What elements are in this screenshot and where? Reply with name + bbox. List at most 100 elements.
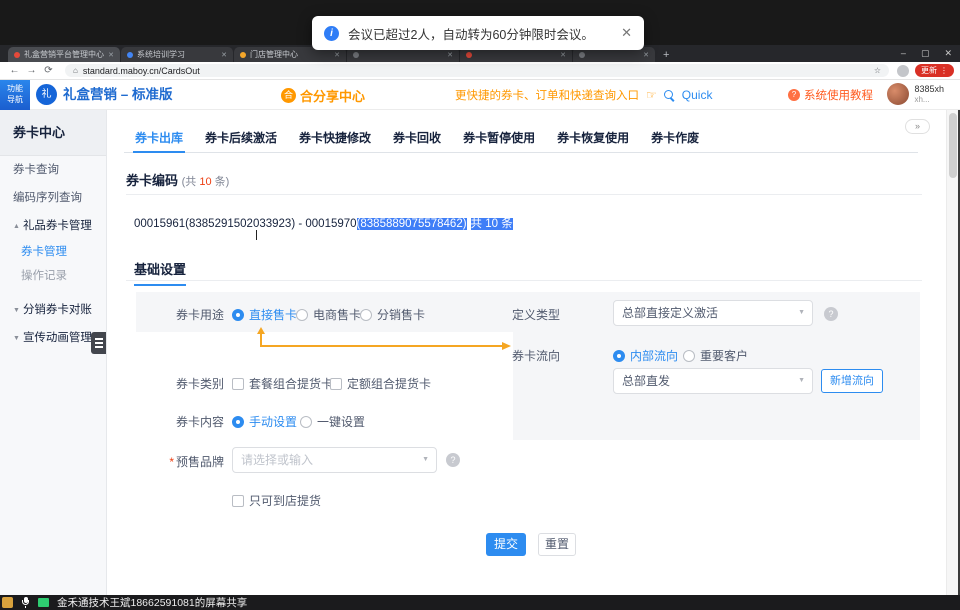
flow-select[interactable]: 总部直发 ▼ xyxy=(613,368,813,394)
tab-card-outbound[interactable]: 券卡出库 xyxy=(124,125,194,152)
add-flow-button[interactable]: 新增流向 xyxy=(821,369,883,393)
forward-icon[interactable]: → xyxy=(23,65,40,76)
radio-important-customer[interactable]: 重要客户 xyxy=(683,347,748,364)
checkbox-icon xyxy=(232,495,244,507)
checkbox-store-pickup-only[interactable]: 只可到店提货 xyxy=(232,492,321,509)
tutorial-icon: ? xyxy=(788,89,800,101)
brand-select[interactable]: 请选择或输入 ▼ xyxy=(232,447,437,473)
sidebar-item-code-sequence-query[interactable]: 编码序列查询 xyxy=(0,184,106,212)
collapse-panel-button[interactable]: » xyxy=(905,119,930,134)
brand-label: *预售品牌 xyxy=(148,453,224,470)
checkbox-fixed-combo-card[interactable]: 定额组合提货卡 xyxy=(330,375,431,392)
share-center-link[interactable]: 合 合分享中心 xyxy=(281,80,365,110)
tab-card-suspend[interactable]: 券卡暂停使用 xyxy=(452,125,546,152)
reset-button[interactable]: 重置 xyxy=(538,533,576,556)
sidebar-item-card-management[interactable]: 券卡管理 xyxy=(0,240,106,264)
radio-icon xyxy=(300,416,312,428)
app-logo: 礼 xyxy=(36,84,57,105)
divider xyxy=(126,280,922,281)
tab-close-icon[interactable]: ✕ xyxy=(447,51,453,59)
site-info-icon[interactable]: ⌂ xyxy=(73,66,78,75)
tab-card-resume[interactable]: 券卡恢复使用 xyxy=(546,125,640,152)
tab-favicon xyxy=(240,52,246,58)
tab-title: 系统培训学习 xyxy=(137,49,217,60)
triangle-down-icon: ▼ xyxy=(13,335,20,342)
chevron-down-icon: ▼ xyxy=(798,369,805,393)
radio-selected-icon xyxy=(613,350,625,362)
help-icon[interactable]: ? xyxy=(824,307,838,321)
new-tab-button[interactable]: + xyxy=(663,49,669,61)
tab-close-icon[interactable]: ✕ xyxy=(108,51,114,59)
tab-title: 门店管理中心 xyxy=(250,49,330,60)
app-header: 功能 导航 礼 礼盒营销 – 标准版 合 合分享中心 更快捷的券卡、订单和快递查… xyxy=(0,80,960,110)
back-icon[interactable]: ← xyxy=(6,65,23,76)
radio-direct-sale[interactable]: 直接售卡 xyxy=(232,306,297,323)
search-icon[interactable] xyxy=(664,90,675,101)
browser-tab-1[interactable]: 礼盒营销平台管理中心 ✕ xyxy=(8,47,120,62)
browser-profile-avatar[interactable] xyxy=(897,65,909,77)
user-menu[interactable]: 8385xh xh... xyxy=(887,83,944,105)
browser-tab-2[interactable]: 系统培训学习 ✕ xyxy=(121,47,233,62)
sidebar-group-gift-card-management[interactable]: ▲礼品券卡管理 xyxy=(0,212,106,240)
help-icon[interactable]: ? xyxy=(446,453,460,467)
main-content: 券卡出库 券卡后续激活 券卡快捷修改 券卡回收 券卡暂停使用 券卡恢复使用 券卡… xyxy=(108,110,946,595)
sidebar-group-distribution-reconciliation[interactable]: ▼分销券卡对账 xyxy=(0,296,106,324)
refresh-icon[interactable]: ⟳ xyxy=(40,65,57,76)
function-nav-line1: 功能 xyxy=(0,84,30,95)
chevron-down-icon: ▼ xyxy=(798,301,805,325)
sidebar-item-operation-log[interactable]: 操作记录 xyxy=(0,264,106,288)
tab-card-void[interactable]: 券卡作废 xyxy=(640,125,710,152)
define-type-select[interactable]: 总部直接定义激活 ▼ xyxy=(613,300,813,326)
bookmark-star-icon[interactable]: ☆ xyxy=(874,66,881,75)
browser-update-button[interactable]: 更新 ⋮ xyxy=(915,64,954,77)
scrollbar[interactable] xyxy=(946,110,958,595)
meeting-toast: i 会议已超过2人，自动转为60分钟限时会议。 ✕ xyxy=(312,16,644,50)
code-count: 10 xyxy=(199,176,211,188)
microphone-icon[interactable] xyxy=(21,597,30,609)
radio-manual-setup[interactable]: 手动设置 xyxy=(232,413,297,430)
code-section-title: 券卡编码 (共 10 条) xyxy=(126,170,229,189)
code-selected-text: (8385889075578462) xyxy=(357,218,467,230)
radio-ecommerce-sale[interactable]: 电商售卡 xyxy=(296,306,361,323)
category-label: 券卡类别 xyxy=(148,375,224,392)
tab-title: 礼盒营销平台管理中心 xyxy=(24,49,104,60)
tab-favicon xyxy=(127,52,133,58)
function-nav-toggle[interactable]: 功能 导航 xyxy=(0,80,30,110)
browser-window: 礼盒营销平台管理中心 ✕ 系统培训学习 ✕ 门店管理中心 ✕ ✕ ✕ xyxy=(0,45,960,595)
sidebar-collapse-handle[interactable] xyxy=(91,332,106,354)
radio-distribution-sale[interactable]: 分销售卡 xyxy=(360,306,425,323)
submit-button[interactable]: 提交 xyxy=(486,533,526,556)
sidebar-title: 券卡中心 xyxy=(0,110,106,156)
checkbox-package-combo-card[interactable]: 套餐组合提货卡 xyxy=(232,375,333,392)
tab-basic-settings[interactable]: 基础设置 xyxy=(134,259,186,286)
toast-close-icon[interactable]: ✕ xyxy=(621,25,632,41)
tab-card-quick-edit[interactable]: 券卡快捷修改 xyxy=(288,125,382,152)
browser-toolbar: ← → ⟳ ⌂ standard.maboy.cn/CardsOut ☆ 更新 … xyxy=(0,62,960,80)
radio-one-click-setup[interactable]: 一键设置 xyxy=(300,413,365,430)
address-bar[interactable]: ⌂ standard.maboy.cn/CardsOut ☆ xyxy=(65,64,889,77)
radio-internal-flow[interactable]: 内部流向 xyxy=(613,347,678,364)
tab-close-icon[interactable]: ✕ xyxy=(643,51,649,59)
update-label: 更新 xyxy=(921,65,937,76)
content-tabs: 券卡出库 券卡后续激活 券卡快捷修改 券卡回收 券卡暂停使用 券卡恢复使用 券卡… xyxy=(124,125,918,153)
window-close-button[interactable]: ✕ xyxy=(944,46,952,61)
quick-search-link[interactable]: Quick xyxy=(682,88,713,102)
promo-area: 更快捷的券卡、订单和快递查询入口 ☞ Quick xyxy=(455,80,712,110)
tab-close-icon[interactable]: ✕ xyxy=(221,51,227,59)
tab-close-icon[interactable]: ✕ xyxy=(334,51,340,59)
card-code-range[interactable]: 00015961(8385291502033923) - 00015970(83… xyxy=(134,215,513,231)
maximize-button[interactable]: ▢ xyxy=(921,46,930,61)
code-title-text: 券卡编码 xyxy=(126,173,178,188)
tab-card-followup-activation[interactable]: 券卡后续激活 xyxy=(194,125,288,152)
tab-close-icon[interactable]: ✕ xyxy=(560,51,566,59)
sidebar-item-card-query[interactable]: 券卡查询 xyxy=(0,156,106,184)
tutorial-link[interactable]: ? 系统使用教程 xyxy=(788,80,873,110)
function-nav-line2: 导航 xyxy=(0,95,30,106)
tab-card-recycle[interactable]: 券卡回收 xyxy=(382,125,452,152)
minimize-button[interactable]: – xyxy=(901,46,906,61)
radio-selected-icon xyxy=(232,309,244,321)
chevron-down-icon: ▼ xyxy=(422,448,429,472)
flow-label: 券卡流向 xyxy=(488,347,560,364)
user-subtext: xh... xyxy=(914,95,944,105)
scrollbar-thumb[interactable] xyxy=(949,113,957,178)
